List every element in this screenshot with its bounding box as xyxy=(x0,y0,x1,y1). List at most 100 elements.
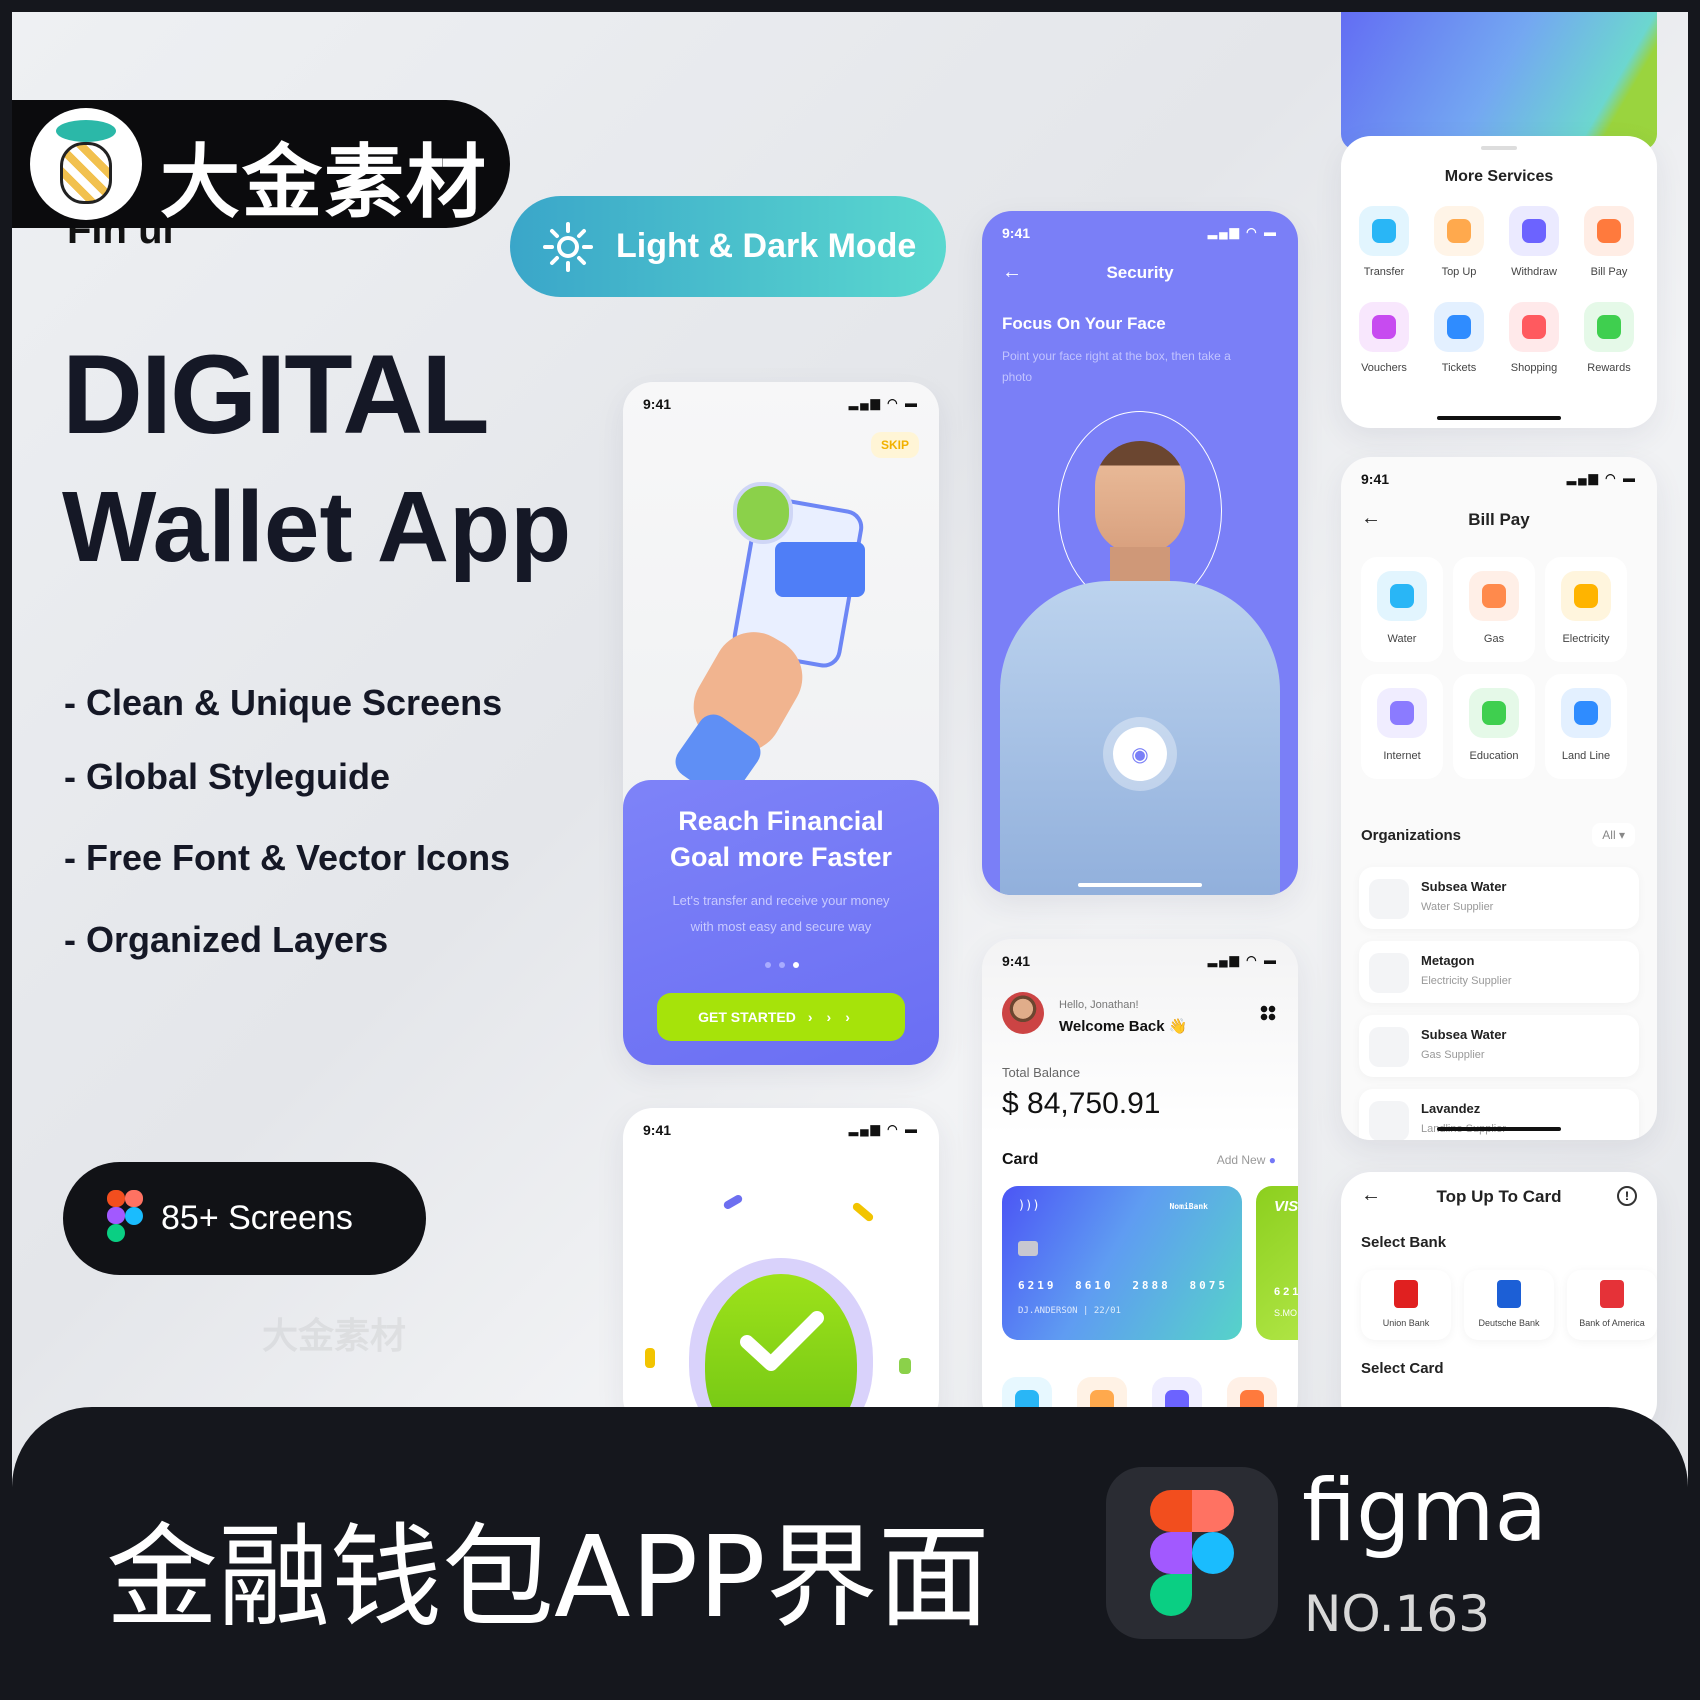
info-icon[interactable]: ! xyxy=(1617,1186,1637,1206)
home-indicator xyxy=(1437,416,1561,420)
service-icon xyxy=(1597,219,1621,243)
service-bill-pay-button[interactable] xyxy=(1584,206,1634,256)
feature-item: - Global Styleguide xyxy=(64,756,391,797)
organization-item[interactable]: Metagon Electricity Supplier xyxy=(1359,941,1639,1003)
footer-number: NO.163 xyxy=(1304,1585,1491,1643)
watermark-brand: 大金素材 xyxy=(160,136,488,229)
watermark-faint: 大金素材 xyxy=(262,1315,407,1356)
security-heading: Focus On Your Face xyxy=(1002,314,1166,333)
menu-grid-icon[interactable] xyxy=(1260,1005,1276,1021)
balance-amount: $ 84,750.91 xyxy=(1002,1087,1161,1120)
status-bar: 9:41 ▂▄▆ ◠ ▬ xyxy=(1002,953,1278,969)
hero-title-line1: DIGITAL xyxy=(62,332,490,457)
card-chip-icon xyxy=(1018,1241,1038,1256)
status-bar: 9:41 ▂▄▆ ◠ ▬ xyxy=(1002,225,1278,241)
onboarding-screen: 9:41 ▂▄▆ ◠ ▬ SKIP Reach Financial Goal mo… xyxy=(623,382,939,1065)
sun-icon xyxy=(542,221,594,273)
service-label: Shopping xyxy=(1510,362,1558,374)
bill-category-gas[interactable]: Gas xyxy=(1453,557,1535,662)
bank-logo-icon xyxy=(1600,1280,1624,1308)
skip-button[interactable]: SKIP xyxy=(870,432,919,458)
bank-option[interactable]: Deutsche Bank xyxy=(1464,1270,1554,1340)
phone-shield-illustration xyxy=(669,472,883,806)
status-bar: 9:41 ▂▄▆ ◠ ▬ xyxy=(1361,471,1637,487)
sheet-title: More Services xyxy=(1444,168,1554,185)
feature-item: - Free Font & Vector Icons xyxy=(64,837,511,878)
footer-title: 金融钱包APP界面 xyxy=(106,1513,990,1643)
organization-type: Electricity Supplier xyxy=(1421,975,1512,987)
feature-item: - Clean & Unique Screens xyxy=(64,682,503,723)
service-label: Top Up xyxy=(1441,266,1477,278)
onboarding-title-2: Goal more Faster xyxy=(669,842,893,872)
bank-option[interactable]: Bank of America xyxy=(1567,1270,1657,1340)
category-icon xyxy=(1469,571,1519,621)
status-bar: 9:41 ▂▄▆ ◠ ▬ xyxy=(643,396,919,412)
status-bar: 9:41 ▂▄▆ ◠ ▬ xyxy=(643,1122,919,1138)
bank-logo-icon xyxy=(1394,1280,1418,1308)
bill-category-education[interactable]: Education xyxy=(1453,674,1535,779)
bill-category-water[interactable]: Water xyxy=(1361,557,1443,662)
bill-pay-screen: 9:41 ▂▄▆ ◠ ▬ ← Bill Pay Water Gas Electrici… xyxy=(1341,457,1657,1140)
organization-name: Subsea Water xyxy=(1421,1027,1507,1042)
greeting: Hello, Jonathan! xyxy=(1059,999,1139,1011)
service-vouchers-button[interactable] xyxy=(1359,302,1409,352)
service-top-up-button[interactable] xyxy=(1434,206,1484,256)
camera-capture-button[interactable]: ◉ xyxy=(1103,717,1177,791)
category-icon xyxy=(1561,571,1611,621)
security-screen: 9:41 ▂▄▆ ◠ ▬ ← Security Focus On Your Fac… xyxy=(982,211,1298,895)
plus-circle-icon: ● xyxy=(1268,1153,1276,1167)
light-dark-mode-badge: Light & Dark Mode xyxy=(510,196,946,297)
screens-count-badge: 85+ Screens xyxy=(63,1162,426,1275)
person-photo xyxy=(990,431,1290,895)
get-started-button[interactable]: GET STARTED ››› xyxy=(657,993,905,1041)
chevrons-icon: ››› xyxy=(807,1009,864,1025)
bill-category-land-line[interactable]: Land Line xyxy=(1545,674,1627,779)
category-label: Gas xyxy=(1483,633,1505,645)
organization-name: Lavandez xyxy=(1421,1101,1481,1116)
service-tickets-button[interactable] xyxy=(1434,302,1484,352)
confetti xyxy=(899,1358,911,1374)
organization-item[interactable]: Subsea Water Water Supplier xyxy=(1359,867,1639,929)
service-transfer-button[interactable] xyxy=(1359,206,1409,256)
screen-title: Security xyxy=(1106,263,1174,282)
bill-category-electricity[interactable]: Electricity xyxy=(1545,557,1627,662)
onboarding-desc-1: Let's transfer and receive your money xyxy=(672,893,890,908)
top-up-screen: ← Top Up To Card ! Select Bank Union Ban… xyxy=(1341,1172,1657,1432)
bank-option[interactable]: Union Bank xyxy=(1361,1270,1451,1340)
organization-item[interactable]: Subsea Water Gas Supplier xyxy=(1359,1015,1639,1077)
organization-item[interactable]: LavandezLandline Supplier xyxy=(1359,1089,1639,1140)
avatar[interactable] xyxy=(1002,992,1044,1034)
organization-name: Subsea Water xyxy=(1421,879,1507,894)
organization-logo-icon xyxy=(1369,1101,1409,1140)
service-rewards-button[interactable] xyxy=(1584,302,1634,352)
card-preview-top xyxy=(1341,12,1657,150)
add-new-card-button[interactable]: Add New ● xyxy=(1217,1153,1276,1167)
organization-name: Metagon xyxy=(1421,953,1475,968)
feature-item: - Organized Layers xyxy=(64,919,389,960)
service-label: Vouchers xyxy=(1361,362,1407,374)
page-indicator xyxy=(765,962,799,968)
status-time: 9:41 xyxy=(1002,953,1031,969)
service-icon xyxy=(1597,315,1621,339)
screen-title: Top Up To Card xyxy=(1436,1187,1562,1206)
footer-banner: 金融钱包APP界面 figma NO.163 xyxy=(12,1407,1688,1688)
service-shopping-button[interactable] xyxy=(1509,302,1559,352)
bank-name: Union Bank xyxy=(1382,1318,1430,1328)
figma-icon xyxy=(107,1190,143,1247)
bill-category-internet[interactable]: Internet xyxy=(1361,674,1443,779)
card-bank-name: NomiBank xyxy=(1169,1202,1208,1211)
signal-icons: ▂▄▆ ◠ ▬ xyxy=(848,1122,919,1136)
service-icon xyxy=(1372,219,1396,243)
figma-logo-tile xyxy=(1106,1467,1278,1639)
filter-value: All xyxy=(1602,828,1616,842)
bank-card-secondary[interactable]: VIS 621 S.MO xyxy=(1256,1186,1298,1340)
camera-icon: ◉ xyxy=(1113,727,1167,781)
bank-card[interactable]: ))) NomiBank 6219 8610 2888 8075 DJ.ANDERSO… xyxy=(1002,1186,1242,1340)
org-filter-dropdown[interactable]: All ▾ xyxy=(1592,823,1635,847)
onboarding-panel: Reach Financial Goal more Faster Let's t… xyxy=(623,780,939,1065)
bank-name: Deutsche Bank xyxy=(1478,1318,1540,1328)
service-withdraw-button[interactable] xyxy=(1509,206,1559,256)
home-indicator xyxy=(1078,883,1202,887)
card-brand: VIS xyxy=(1274,1198,1298,1215)
service-label: Transfer xyxy=(1363,266,1405,278)
